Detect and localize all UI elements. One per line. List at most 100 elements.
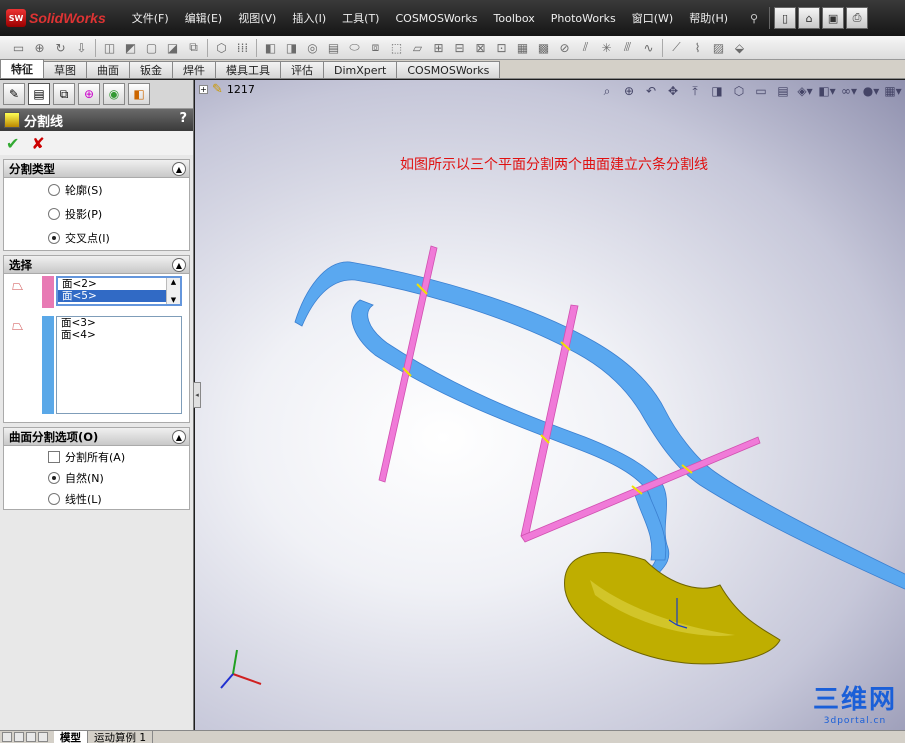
- faces-to-split-list[interactable]: 面<3> 面<4>: [56, 316, 182, 414]
- split-all-checkbox-row[interactable]: 分割所有(A): [4, 446, 189, 467]
- surface-sweep-icon[interactable]: ◎: [303, 38, 322, 57]
- realview-icon[interactable]: ●▾: [861, 82, 881, 100]
- split-type-header[interactable]: 分割类型 ▲: [4, 160, 189, 178]
- thicken-icon[interactable]: ▩: [534, 38, 553, 57]
- feature-manager-tab-icon[interactable]: ✎: [3, 83, 25, 105]
- fill-surface-icon[interactable]: ⬚: [387, 38, 406, 57]
- mirror-icon[interactable]: ⧉: [184, 38, 203, 57]
- configuration-manager-tab-icon[interactable]: ⧉: [53, 83, 75, 105]
- collapse-icon[interactable]: ▲: [172, 258, 186, 272]
- draft-icon[interactable]: ◪: [163, 38, 182, 57]
- help-icon[interactable]: ?: [179, 111, 187, 126]
- photoworks-tab-icon[interactable]: ◧: [128, 83, 150, 105]
- model-scene[interactable]: [195, 80, 905, 730]
- surface-loft-icon[interactable]: ▤: [324, 38, 343, 57]
- reference-geometry-icon[interactable]: ⬡: [212, 38, 231, 57]
- menu-photoworks[interactable]: PhotoWorks: [543, 6, 624, 30]
- flex-icon[interactable]: ⟋: [667, 38, 686, 57]
- rotate-icon[interactable]: ⤒: [685, 82, 705, 100]
- split-line-icon[interactable]: ⫻: [618, 38, 637, 57]
- freeform-icon[interactable]: ▨: [709, 38, 728, 57]
- dome-icon[interactable]: ⬙: [730, 38, 749, 57]
- radio-silhouette[interactable]: 轮廓(S): [4, 178, 189, 202]
- pan-icon[interactable]: ✥: [663, 82, 683, 100]
- tab-evaluate[interactable]: 评估: [280, 61, 324, 78]
- revolve-icon[interactable]: ⊕: [30, 38, 49, 57]
- sweep-icon[interactable]: ↻: [51, 38, 70, 57]
- offset-surface-icon[interactable]: ⧈: [366, 38, 385, 57]
- tab-surfaces[interactable]: 曲面: [86, 61, 130, 78]
- list-scrollbar[interactable]: ▲ ▼: [166, 278, 180, 304]
- deform-icon[interactable]: ⌇: [688, 38, 707, 57]
- menu-cosmosworks[interactable]: COSMOSWorks: [387, 6, 485, 30]
- radio-icon[interactable]: [48, 492, 60, 505]
- zoom-to-area-icon[interactable]: ⊕: [619, 82, 639, 100]
- menu-edit[interactable]: 编辑(E): [177, 6, 231, 30]
- knit-surface-icon[interactable]: ⊞: [429, 38, 448, 57]
- tab-cosmosworks[interactable]: COSMOSWorks: [396, 61, 501, 78]
- surface-options-header[interactable]: 曲面分割选项(O) ▲: [4, 428, 189, 446]
- tab-features[interactable]: 特征: [0, 59, 44, 78]
- fillet-icon[interactable]: ◫: [100, 38, 119, 57]
- next-tab-icon[interactable]: [26, 732, 36, 742]
- radio-icon[interactable]: [48, 232, 60, 244]
- save-icon[interactable]: ▣: [822, 7, 845, 29]
- ok-button[interactable]: ✔: [6, 134, 19, 153]
- chamfer-icon[interactable]: ◩: [121, 38, 140, 57]
- property-manager-tab-icon[interactable]: ▤: [28, 83, 50, 105]
- menu-insert[interactable]: 插入(I): [284, 6, 334, 30]
- selection-header[interactable]: 选择 ▲: [4, 256, 189, 274]
- extend-surface-icon[interactable]: ⊠: [471, 38, 490, 57]
- previous-view-icon[interactable]: ↶: [641, 82, 661, 100]
- first-tab-icon[interactable]: [2, 732, 12, 742]
- tab-weldments[interactable]: 焊件: [172, 61, 216, 78]
- ruled-surface-icon[interactable]: ⫽: [576, 38, 595, 57]
- extrude-icon[interactable]: ▭: [9, 38, 28, 57]
- cancel-button[interactable]: ✘: [31, 134, 44, 153]
- blue-surface-face-4[interactable]: [351, 299, 670, 576]
- menu-window[interactable]: 窗口(W): [624, 6, 681, 30]
- zoom-to-fit-icon[interactable]: ⌕: [597, 82, 617, 100]
- menu-help[interactable]: 帮助(H): [681, 6, 736, 30]
- dimxpert-manager-tab-icon[interactable]: ⊕: [78, 83, 100, 105]
- surface-extrude-icon[interactable]: ◧: [261, 38, 280, 57]
- tab-dimxpert[interactable]: DimXpert: [323, 61, 398, 78]
- radio-icon[interactable]: [48, 184, 60, 196]
- yellow-part[interactable]: [564, 552, 781, 665]
- radio-icon[interactable]: [48, 208, 60, 220]
- expand-icon[interactable]: +: [199, 85, 208, 94]
- checkbox[interactable]: [48, 450, 60, 463]
- surface-revolve-icon[interactable]: ◨: [282, 38, 301, 57]
- planar-surface-icon[interactable]: ▱: [408, 38, 427, 57]
- boundary-surface-icon[interactable]: ⬭: [345, 38, 364, 57]
- tab-sketch[interactable]: 草图: [43, 61, 87, 78]
- feature-tree-root[interactable]: + ✎ 1217: [199, 82, 255, 97]
- list-item[interactable]: 面<3>: [57, 317, 181, 329]
- loft-icon[interactable]: ⇩: [72, 38, 91, 57]
- radio-linear[interactable]: 线性(L): [4, 488, 189, 509]
- radio-natural[interactable]: 自然(N): [4, 467, 189, 488]
- print-icon[interactable]: ⎙: [846, 7, 869, 29]
- prev-tab-icon[interactable]: [14, 732, 24, 742]
- delete-face-icon[interactable]: ⊡: [492, 38, 511, 57]
- view-orientation-icon[interactable]: ⬡: [729, 82, 749, 100]
- radio-intersection[interactable]: 交叉点(I): [4, 226, 189, 250]
- screen-capture-icon[interactable]: ▦▾: [883, 82, 903, 100]
- hide-show-icon[interactable]: ▤: [773, 82, 793, 100]
- radio-projection[interactable]: 投影(P): [4, 202, 189, 226]
- last-tab-icon[interactable]: [38, 732, 48, 742]
- view-settings-icon[interactable]: ∞▾: [839, 82, 859, 100]
- splitting-bodies-list[interactable]: 面<2> 面<5> ▲ ▼: [56, 276, 182, 306]
- shell-icon[interactable]: ▢: [142, 38, 161, 57]
- cut-surface-icon[interactable]: ⊘: [555, 38, 574, 57]
- radiate-surface-icon[interactable]: ✳: [597, 38, 616, 57]
- cosmos-tab-icon[interactable]: ◉: [103, 83, 125, 105]
- pattern-icon[interactable]: ⁞⁞⁞: [233, 38, 252, 57]
- radio-icon[interactable]: [48, 471, 60, 484]
- menu-toolbox[interactable]: Toolbox: [486, 6, 543, 30]
- collapse-icon[interactable]: ▲: [172, 162, 186, 176]
- menu-view[interactable]: 视图(V): [230, 6, 284, 30]
- blue-surface-face-2[interactable]: [294, 261, 905, 590]
- trim-surface-icon[interactable]: ⊟: [450, 38, 469, 57]
- list-item[interactable]: 面<2>: [58, 278, 180, 290]
